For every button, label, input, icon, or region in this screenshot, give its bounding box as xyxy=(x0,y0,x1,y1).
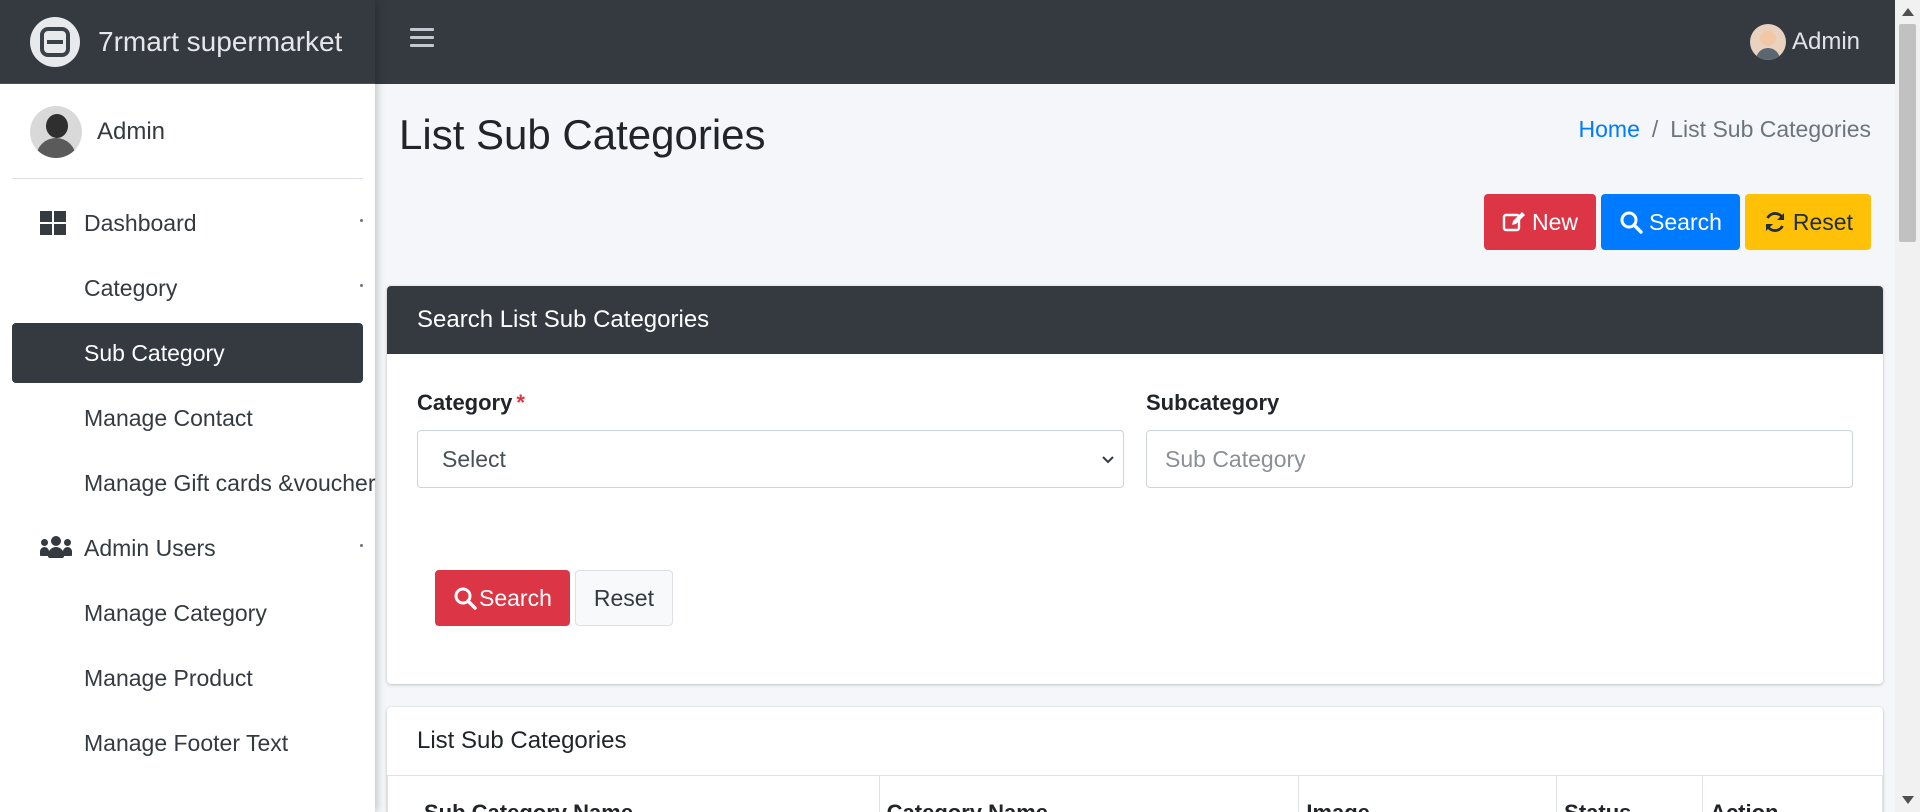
search-form-row: Category * Select Subcategory xyxy=(417,390,1853,488)
breadcrumb-home-link[interactable]: Home xyxy=(1579,116,1640,143)
list-card: List Sub Categories Sub Category Name Ca… xyxy=(387,707,1883,812)
sidebar-user-avatar xyxy=(30,106,82,158)
edit-icon xyxy=(1502,212,1526,232)
sidebar-item-manage-gift-cards[interactable]: Manage Gift cards &voucher xyxy=(12,453,375,513)
search-form-buttons: Search Reset xyxy=(435,570,673,626)
page-scrollbar[interactable] xyxy=(1895,0,1920,812)
main-content: List Sub Categories Home / List Sub Cate… xyxy=(375,84,1895,812)
sidebar-item-label: Category xyxy=(84,274,178,301)
sidebar-nav: Dashboard Category Sub Category Manage C… xyxy=(0,193,375,773)
column-header[interactable]: Category Name xyxy=(878,775,1299,812)
sidebar-item-label: Manage Footer Text xyxy=(84,729,289,756)
sidebar-item-label: Admin Users xyxy=(84,534,216,561)
top-user-name: Admin xyxy=(1791,28,1860,55)
sidebar-item-label: Manage Gift cards &voucher xyxy=(84,469,376,496)
form-search-button-label: Search xyxy=(479,584,552,611)
breadcrumb-separator: / xyxy=(1651,116,1659,142)
scroll-up-arrow-icon[interactable] xyxy=(1902,8,1914,16)
category-select-value: Select xyxy=(442,445,506,472)
sidebar-user-panel[interactable]: Admin xyxy=(12,84,363,179)
category-select[interactable]: Select xyxy=(417,430,1124,488)
required-mark: * xyxy=(516,390,525,415)
new-button[interactable]: New xyxy=(1484,194,1597,250)
sidebar-item-sub-category[interactable]: Sub Category xyxy=(12,323,363,383)
top-user-avatar xyxy=(1749,24,1786,60)
users-icon xyxy=(40,536,72,562)
sidebar-item-manage-contact[interactable]: Manage Contact xyxy=(12,388,363,448)
chevron-down-icon xyxy=(1102,456,1114,464)
search-icon xyxy=(454,587,477,610)
subcategory-label: Subcategory xyxy=(1146,390,1280,415)
subcategory-input[interactable] xyxy=(1146,430,1853,488)
sidebar-item-label: Dashboard xyxy=(84,209,197,236)
subcategory-form-group: Subcategory xyxy=(1146,390,1853,488)
brand-logo-icon xyxy=(30,16,80,67)
search-card-header: Search List Sub Categories xyxy=(387,286,1883,354)
table-header-row: Sub Category Name Category Name Image St… xyxy=(387,775,1883,812)
reset-button[interactable]: Reset xyxy=(1744,194,1871,250)
sidebar-item-label: Manage Category xyxy=(84,599,267,626)
brand-name: 7rmart supermarket xyxy=(98,25,343,57)
top-navbar: Admin xyxy=(375,0,1895,84)
breadcrumb: Home / List Sub Categories xyxy=(1579,116,1871,143)
sub-categories-table: Sub Category Name Category Name Image St… xyxy=(387,775,1883,812)
form-reset-button-label: Reset xyxy=(593,584,654,611)
search-icon xyxy=(1620,211,1643,234)
reset-button-label: Reset xyxy=(1792,208,1853,235)
caret-icon xyxy=(360,284,363,287)
column-header[interactable]: Status xyxy=(1556,775,1703,812)
search-button-label: Search xyxy=(1649,208,1722,235)
dashboard-grid-icon xyxy=(40,211,70,237)
category-label: Category * xyxy=(417,390,525,415)
sidebar-item-label: Manage Contact xyxy=(84,404,253,431)
caret-icon xyxy=(360,219,363,222)
sidebar-user-name: Admin xyxy=(97,118,166,145)
breadcrumb-current: List Sub Categories xyxy=(1670,116,1871,142)
new-button-label: New xyxy=(1532,208,1579,235)
sidebar-item-label: Manage Product xyxy=(84,664,253,691)
sidebar-item-category[interactable]: Category xyxy=(12,258,363,318)
sidebar: 7rmart supermarket Admin Dashboard Categ… xyxy=(0,0,375,812)
page-title: List Sub Categories xyxy=(399,111,766,158)
search-button[interactable]: Search xyxy=(1601,194,1740,250)
column-header[interactable]: Action xyxy=(1702,775,1883,812)
column-header[interactable]: Sub Category Name xyxy=(387,775,880,812)
category-form-group: Category * Select xyxy=(417,390,1124,488)
search-card: Search List Sub Categories Category * Sel… xyxy=(387,286,1883,684)
scroll-down-arrow-icon[interactable] xyxy=(1902,796,1914,804)
sidebar-item-manage-product[interactable]: Manage Product xyxy=(12,648,363,708)
caret-icon xyxy=(360,544,363,547)
form-reset-button[interactable]: Reset xyxy=(574,570,673,626)
sidebar-item-manage-category[interactable]: Manage Category xyxy=(12,583,363,643)
sidebar-item-admin-users[interactable]: Admin Users xyxy=(12,518,363,578)
sidebar-item-dashboard[interactable]: Dashboard xyxy=(12,193,363,253)
form-search-button[interactable]: Search xyxy=(435,570,570,626)
brand-link[interactable]: 7rmart supermarket xyxy=(0,0,375,84)
page-actions: New Search Reset xyxy=(1484,194,1871,250)
sidebar-item-label: Sub Category xyxy=(84,339,225,366)
hamburger-menu-icon[interactable] xyxy=(410,28,434,50)
refresh-icon xyxy=(1765,212,1785,232)
column-header[interactable]: Image xyxy=(1298,775,1557,812)
scrollbar-thumb[interactable] xyxy=(1899,24,1916,242)
list-card-title: List Sub Categories xyxy=(417,727,627,754)
sidebar-item-manage-footer-text[interactable]: Manage Footer Text xyxy=(12,713,363,773)
top-user-menu[interactable]: Admin xyxy=(1749,24,1860,60)
